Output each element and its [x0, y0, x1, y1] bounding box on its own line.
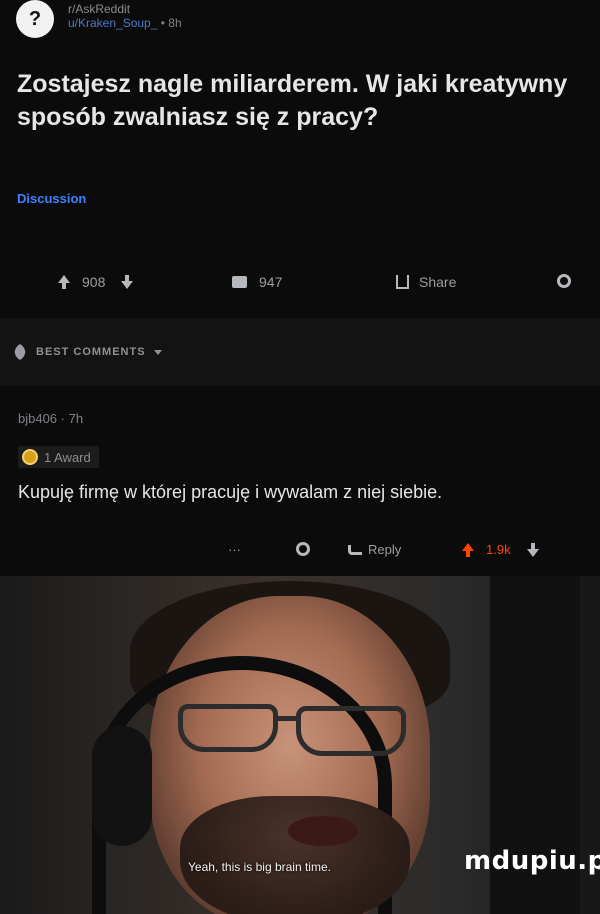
award-badge[interactable]: 1 Award — [18, 446, 99, 468]
post-flair[interactable]: Discussion — [17, 191, 86, 206]
award-icon — [296, 542, 310, 556]
comment-award-button[interactable] — [296, 542, 310, 556]
downvote-icon[interactable] — [121, 275, 134, 289]
share-button[interactable]: Share — [396, 274, 456, 290]
comments-button[interactable]: 947 — [232, 274, 282, 290]
award-icon — [557, 274, 571, 288]
subreddit-name[interactable]: r/AskReddit — [68, 2, 182, 16]
share-label: Share — [419, 274, 457, 290]
post-header: ? r/AskReddit u/Kraken_Soup_ • 8h — [16, 0, 182, 44]
gold-award-icon — [22, 449, 38, 465]
comment-actions: ··· Reply 1.9k — [0, 538, 600, 562]
upvote-count: 908 — [82, 274, 106, 290]
watermark-logo: mdupiu.pl — [464, 846, 600, 876]
mouth — [288, 816, 358, 846]
comment: bjb406 · 7h 1 Award Kupuję firmę w które… — [0, 386, 600, 576]
reply-icon — [348, 544, 362, 555]
video-caption: Yeah, this is big brain time. — [188, 860, 331, 874]
comment-body: Kupuję firmę w której pracuję i wywalam … — [18, 482, 443, 502]
upvote-icon[interactable] — [58, 275, 70, 289]
post-meta: r/AskReddit u/Kraken_Soup_ • 8h — [68, 2, 182, 30]
upvote-group: 908 — [58, 274, 134, 290]
subreddit-avatar[interactable]: ? — [16, 0, 54, 38]
post-actions: 908 947 Share — [0, 268, 600, 304]
chevron-down-icon — [153, 349, 162, 355]
rocket-icon — [11, 343, 29, 361]
comment-author[interactable]: bjb406 — [18, 411, 57, 426]
comment-icon — [232, 276, 247, 288]
headphone-cup — [92, 726, 152, 846]
sort-label: BEST COMMENTS — [36, 346, 146, 358]
post-age: 8h — [168, 16, 182, 30]
meta-separator: · — [60, 411, 69, 426]
comment-vote-group: 1.9k — [462, 542, 539, 557]
reply-label: Reply — [368, 542, 402, 557]
beard — [180, 796, 410, 914]
comment-meta: bjb406 · 7h — [18, 411, 83, 426]
question-mark-icon: ? — [28, 7, 42, 30]
reply-button[interactable]: Reply — [348, 542, 401, 557]
share-icon — [396, 275, 409, 289]
meme-image: Yeah, this is big brain time. mdupiu.pl — [0, 576, 600, 914]
post-card: ? r/AskReddit u/Kraken_Soup_ • 8h Zostaj… — [0, 0, 600, 318]
post-title[interactable]: Zostajesz nagle miliarderem. W jaki krea… — [17, 68, 587, 134]
comment-downvote-icon[interactable] — [526, 542, 539, 557]
more-button[interactable]: ··· — [228, 542, 241, 557]
award-label: 1 Award — [44, 449, 91, 465]
comment-count: 947 — [259, 274, 283, 290]
more-icon: ··· — [228, 542, 241, 557]
comment-upvote-icon[interactable] — [462, 542, 474, 557]
comment-age: 7h — [68, 411, 84, 426]
award-button[interactable] — [557, 274, 571, 288]
comment-sort-bar[interactable]: BEST COMMENTS — [0, 318, 600, 386]
post-author[interactable]: u/Kraken_Soup_ — [68, 16, 157, 30]
glasses-bridge — [276, 716, 300, 721]
glasses-lens-right — [296, 706, 406, 756]
glasses-lens-left — [178, 704, 278, 752]
comment-score: 1.9k — [486, 542, 511, 557]
